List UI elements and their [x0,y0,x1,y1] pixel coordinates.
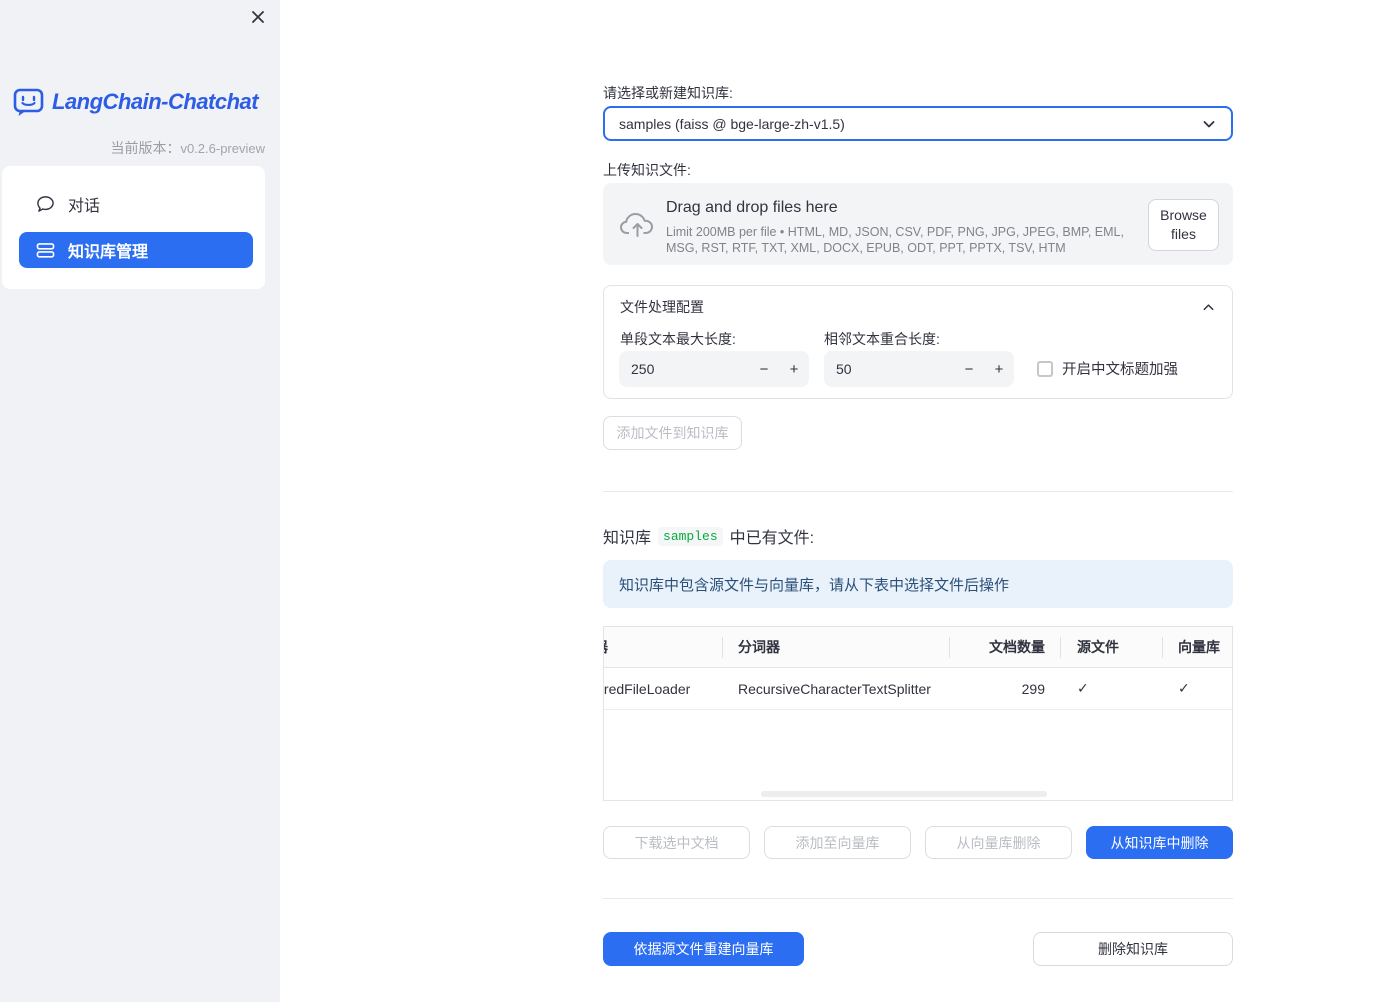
stacked-cards-icon [36,242,55,259]
app-window: LangChain-Chatchat 当前版本：v0.2.6-preview 对… [0,0,1380,1002]
zh-title-enhance-label: 开启中文标题加强 [1062,362,1178,378]
kb-select-label: 请选择或新建知识库: [603,85,733,101]
file-config-expander: 文件处理配置 单段文本最大长度: 相邻文本重合长度: 250 − + 50 − … [603,285,1233,399]
version-value: v0.2.6-preview [180,141,265,156]
sidebar-close-button[interactable] [247,6,269,28]
chevron-up-icon [1201,300,1216,315]
kb-files-suffix: 中已有文件: [729,530,815,547]
zh-title-enhance-checkbox[interactable]: 开启中文标题加强 [1037,358,1178,379]
cell-splitter: RecursiveCharacterTextSplitter [738,680,931,697]
delete-from-vector-store-button[interactable]: 从向量库删除 [925,826,1072,859]
chevron-down-icon [1201,116,1217,132]
horizontal-scrollbar[interactable] [761,791,1047,797]
info-banner: 知识库中包含源文件与向量库，请从下表中选择文件后操作 [603,560,1233,608]
column-separator [722,637,723,658]
table-row[interactable]: UnstructuredFileLoader RecursiveCharacte… [604,668,1232,710]
kb-files-heading: 知识库 samples 中已有文件: [603,524,814,548]
delete-from-kb-button[interactable]: 从知识库中删除 [1086,826,1233,859]
column-header-loader[interactable]: 文档加载器 [604,627,722,667]
sidebar-menu: 对话 知识库管理 [2,166,265,289]
kb-selectbox[interactable]: samples (faiss @ bge-large-zh-v1.5) [603,106,1233,141]
cloud-upload-icon [619,208,656,240]
uploader-instructions: Drag and drop files here Limit 200MB per… [666,199,1138,256]
column-header-source-file[interactable]: 源文件 [1060,627,1162,667]
chat-bubble-icon [36,195,55,213]
checkbox-icon [1037,360,1053,377]
file-dropzone[interactable]: Drag and drop files here Limit 200MB per… [603,183,1233,265]
cell-loader: UnstructuredFileLoader [604,680,691,697]
download-selected-button[interactable]: 下载选中文档 [603,826,750,859]
column-separator [1162,637,1163,658]
chunk-size-decrement-button[interactable]: − [749,351,779,387]
info-banner-text: 知识库中包含源文件与向量库，请从下表中选择文件后操作 [619,576,1010,594]
divider [603,491,1233,492]
kb-files-prefix: 知识库 [603,530,652,547]
file-config-expander-header[interactable]: 文件处理配置 [604,286,1232,328]
kb-selectbox-value: samples (faiss @ bge-large-zh-v1.5) [619,115,845,132]
uploader-limit-text: Limit 200MB per file • HTML, MD, JSON, C… [666,225,1124,255]
uploader-label: 上传知识文件: [603,162,691,178]
kb-files-table: 文档加载器 分词器 文档数量 源文件 向量库 UnstructuredFileL… [603,626,1233,801]
chunk-size-increment-button[interactable]: + [779,351,809,387]
column-separator [1060,637,1061,658]
version-info: 当前版本：v0.2.6-preview [0,138,265,158]
overlap-size-label: 相邻文本重合长度: [824,331,940,347]
kb-name-code: samples [658,526,723,546]
close-icon [250,9,266,25]
add-files-to-kb-button[interactable]: 添加文件到知识库 [603,416,742,450]
sidebar-item-knowledge-base[interactable]: 知识库管理 [19,232,253,268]
overlap-size-value: 50 [836,361,852,377]
version-label: 当前版本： [110,140,181,156]
overlap-decrement-button[interactable]: − [954,351,984,387]
app-title: LangChain-Chatchat [52,89,259,114]
add-to-vector-store-button[interactable]: 添加至向量库 [764,826,911,859]
cell-doc-count: 299 [1021,680,1045,697]
sidebar: LangChain-Chatchat 当前版本：v0.2.6-preview 对… [0,0,280,1002]
column-header-splitter[interactable]: 分词器 [723,627,949,667]
overlap-increment-button[interactable]: + [984,351,1014,387]
sidebar-item-label: 知识库管理 [68,244,149,261]
expander-title: 文件处理配置 [620,299,704,315]
divider [603,898,1233,899]
chunk-size-value: 250 [631,361,655,377]
app-logo: LangChain-Chatchat [12,86,259,118]
cell-vector-store-check: ✓ [1178,680,1190,696]
sidebar-item-dialogue[interactable]: 对话 [19,186,253,222]
table-header-row: 文档加载器 分词器 文档数量 源文件 向量库 [604,627,1232,668]
rebuild-vector-store-button[interactable]: 依据源文件重建向量库 [603,932,804,966]
column-header-vector-store[interactable]: 向量库 [1162,627,1233,667]
uploader-title: Drag and drop files here [666,199,838,216]
sidebar-item-label: 对话 [68,198,101,215]
delete-kb-button[interactable]: 删除知识库 [1033,932,1233,966]
chunk-size-input[interactable]: 250 − + [619,351,809,387]
browse-files-button[interactable]: Browse files [1148,199,1219,251]
chunk-size-label: 单段文本最大长度: [620,331,736,347]
cell-source-file-check: ✓ [1077,680,1089,696]
overlap-size-input[interactable]: 50 − + [824,351,1014,387]
column-header-doc-count[interactable]: 文档数量 [949,627,1060,667]
chat-smiley-logo-icon [12,86,46,118]
column-separator [949,637,950,658]
